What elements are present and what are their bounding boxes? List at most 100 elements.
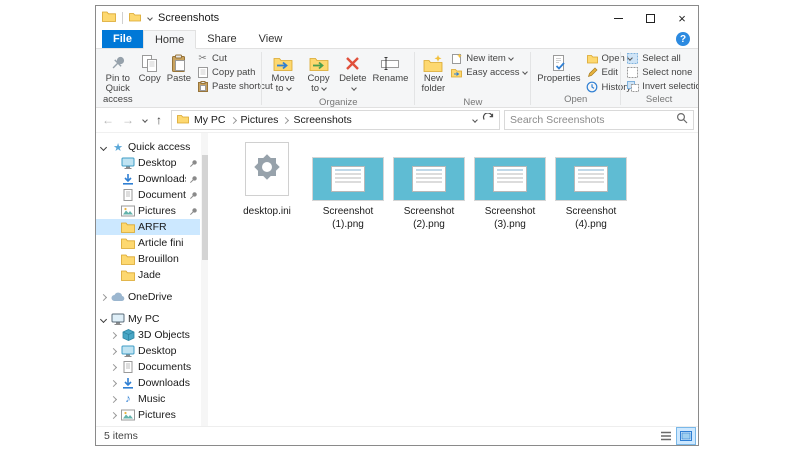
tab-view[interactable]: View [248, 30, 294, 48]
sidebar-item-label: Quick access [128, 141, 190, 153]
file-item-screenshot-1[interactable]: Screenshot (1).png [311, 141, 385, 231]
sidebar-item-pc-desktop[interactable]: Desktop [96, 343, 200, 359]
window-controls: × [602, 6, 698, 30]
collapse-chevron-icon[interactable] [100, 143, 107, 150]
sidebar-item-pc-pictures[interactable]: Pictures [96, 407, 200, 423]
minimize-icon [614, 18, 623, 19]
pin-to-quick-access-button[interactable]: Pin to Quick access [100, 51, 136, 107]
help-icon[interactable]: ? [676, 32, 690, 46]
move-to-button[interactable]: Move to [265, 51, 301, 97]
sidebar-item-label: Documents [138, 361, 191, 373]
ribbon-group-select: Select all Select none Invert selection [622, 50, 696, 107]
thumbnails-view-icon [680, 431, 692, 441]
image-thumbnail [474, 157, 546, 201]
copy-to-label: Copy to [304, 74, 333, 95]
new-folder-label: New folder [421, 74, 445, 95]
breadcrumb-screenshots[interactable]: Screenshots [293, 114, 351, 126]
back-button[interactable]: ← [100, 113, 116, 127]
search-input[interactable] [510, 114, 672, 126]
move-to-label: Move to [268, 74, 298, 95]
file-item-desktop-ini[interactable]: desktop.ini [230, 141, 304, 219]
refresh-icon[interactable] [482, 113, 494, 128]
tab-share[interactable]: Share [196, 30, 247, 48]
new-group-label: New [416, 97, 529, 108]
recent-locations-caret-icon[interactable] [142, 117, 148, 123]
collapse-chevron-icon[interactable] [100, 315, 107, 322]
address-dropdown-caret-icon[interactable] [472, 117, 478, 123]
qat-folder-icon[interactable] [129, 9, 141, 27]
sidebar-scrollbar[interactable] [201, 133, 208, 426]
sidebar-item-3d-objects[interactable]: 3D Objects [96, 327, 200, 343]
file-list[interactable]: desktop.ini Screenshot (1).png [208, 133, 698, 426]
select-none-button[interactable]: Select none [624, 66, 698, 79]
thumbnails-view-button[interactable] [676, 427, 696, 445]
up-button[interactable]: ↑ [151, 113, 167, 127]
file-icon-slot [245, 141, 289, 201]
details-view-button[interactable] [656, 427, 676, 445]
sidebar-item-qa-documents[interactable]: Documents [96, 187, 200, 203]
sidebar-item-brouillon[interactable]: Brouillon [96, 251, 200, 267]
expand-chevron-icon[interactable] [110, 411, 117, 418]
expand-chevron-icon[interactable] [110, 363, 117, 370]
breadcrumb-separator-icon [282, 116, 289, 123]
sidebar-item-music[interactable]: ♪ Music [96, 391, 200, 407]
ribbon-group-new: New folder New item Easy access [416, 50, 529, 107]
sidebar-item-pc-downloads[interactable]: Downloads [96, 375, 200, 391]
expand-chevron-icon[interactable] [110, 347, 117, 354]
sidebar-item-qa-downloads[interactable]: Downloads [96, 171, 200, 187]
qat-customize-caret-icon[interactable] [147, 15, 153, 21]
breadcrumb-my-pc[interactable]: My PC [194, 114, 226, 126]
easy-access-button[interactable]: Easy access [448, 66, 528, 79]
new-item-button[interactable]: New item [448, 52, 528, 65]
tab-home[interactable]: Home [143, 30, 196, 49]
sidebar-item-quick-access[interactable]: ★ Quick access [96, 139, 200, 155]
invert-selection-button[interactable]: Invert selection [624, 80, 698, 93]
image-thumbnail [312, 157, 384, 201]
file-item-screenshot-2[interactable]: Screenshot (2).png [392, 141, 466, 231]
new-folder-button[interactable]: New folder [418, 51, 448, 97]
easy-access-label: Easy access [466, 67, 526, 78]
copy-button[interactable]: Copy [136, 51, 164, 86]
maximize-button[interactable] [634, 6, 666, 30]
breadcrumb-pictures[interactable]: Pictures [241, 114, 279, 126]
close-button[interactable]: × [666, 6, 698, 30]
maximize-icon [646, 14, 655, 23]
copy-to-button[interactable]: Copy to [301, 51, 336, 97]
file-item-screenshot-4[interactable]: Screenshot (4).png [554, 141, 628, 231]
expand-chevron-icon[interactable] [110, 331, 117, 338]
properties-button[interactable]: Properties [534, 51, 583, 86]
file-item-screenshot-3[interactable]: Screenshot (3).png [473, 141, 547, 231]
minimize-button[interactable] [602, 6, 634, 30]
delete-icon [344, 53, 361, 73]
documents-icon [121, 361, 135, 373]
invert-selection-label: Invert selection [642, 81, 698, 92]
paste-button[interactable]: Paste [164, 51, 194, 86]
delete-button[interactable]: Delete [336, 51, 369, 97]
sidebar-item-my-pc[interactable]: My PC [96, 311, 200, 327]
dropdown-caret-icon [508, 55, 514, 61]
sidebar-item-article-fini[interactable]: Article fini [96, 235, 200, 251]
select-all-button[interactable]: Select all [624, 52, 698, 65]
tab-file[interactable]: File [102, 30, 143, 48]
sidebar-item-arfr[interactable]: ARFR [96, 219, 200, 235]
rename-button[interactable]: Rename [370, 51, 412, 86]
forward-button[interactable]: → [120, 113, 136, 127]
sidebar-item-qa-pictures[interactable]: Pictures [96, 203, 200, 219]
search-box[interactable] [504, 110, 694, 130]
pin-icon [109, 53, 127, 73]
breadcrumb[interactable]: My PC Pictures Screenshots [171, 110, 500, 130]
expand-chevron-icon[interactable] [100, 293, 107, 300]
expand-chevron-icon[interactable] [110, 395, 117, 402]
sidebar-item-jade[interactable]: Jade [96, 267, 200, 283]
sidebar-item-label: Desktop [138, 345, 177, 357]
ribbon-group-organize: Move to Copy to Delete [263, 50, 413, 107]
sidebar-item-pc-documents[interactable]: Documents [96, 359, 200, 375]
expand-chevron-icon[interactable] [110, 379, 117, 386]
scrollbar-thumb[interactable] [202, 155, 208, 260]
close-icon: × [678, 11, 686, 26]
pin-icon [189, 207, 198, 216]
sidebar-item-qa-desktop[interactable]: Desktop [96, 155, 200, 171]
easy-access-icon [450, 68, 463, 78]
sidebar-item-onedrive[interactable]: OneDrive [96, 289, 200, 305]
group-divider [261, 52, 262, 105]
